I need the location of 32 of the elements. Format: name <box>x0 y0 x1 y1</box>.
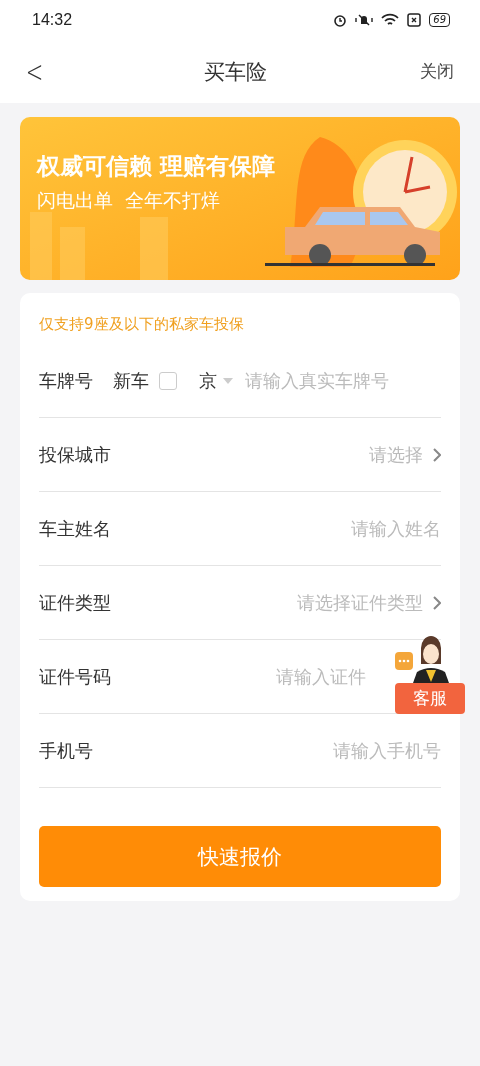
new-car-label: 新车 <box>113 368 149 393</box>
field-label: 车牌号 <box>39 368 93 393</box>
sim-icon <box>407 13 422 27</box>
battery-level: 69 <box>429 13 450 27</box>
alarm-icon <box>333 13 348 27</box>
page-title: 买车险 <box>204 58 268 86</box>
caret-icon <box>223 377 233 384</box>
notice-text: 仅支持9座及以下的私家车投保 <box>39 314 245 335</box>
wifi-icon <box>381 13 400 27</box>
field-label: 手机号 <box>39 738 93 763</box>
field-label: 证件号码 <box>39 664 111 689</box>
chevron-right-icon <box>433 447 441 462</box>
banner-subline: 闪电出单 全年不打烊 <box>37 188 222 213</box>
input-field[interactable]: 请输入姓名 <box>351 516 441 541</box>
field-label: 证件类型 <box>39 590 111 615</box>
input-field[interactable]: 请输入手机号 <box>333 738 441 763</box>
quote-button[interactable]: 快速报价 <box>39 826 441 887</box>
back-button[interactable]: < <box>22 54 47 89</box>
chevron-right-icon <box>433 595 441 610</box>
close-button[interactable]: 关闭 <box>420 60 454 83</box>
field-label: 车主姓名 <box>39 516 111 541</box>
new-car-checkbox[interactable] <box>159 371 177 390</box>
field-label: 投保城市 <box>39 442 111 467</box>
status-time: 14:32 <box>32 11 73 29</box>
select-field[interactable]: 请选择 <box>369 442 423 467</box>
select-field[interactable]: 请选择证件类型 <box>297 590 423 615</box>
customer-service-button[interactable]: 客服 <box>395 683 465 714</box>
banner-headline: 权威可信赖 理赔有保障 <box>37 152 275 181</box>
plate-number-field[interactable]: 请输入真实车牌号 <box>245 368 389 393</box>
province-dropdown[interactable]: 京 <box>199 368 233 393</box>
input-field[interactable]: 请输入证件 <box>276 664 366 689</box>
mute-icon <box>355 13 374 27</box>
